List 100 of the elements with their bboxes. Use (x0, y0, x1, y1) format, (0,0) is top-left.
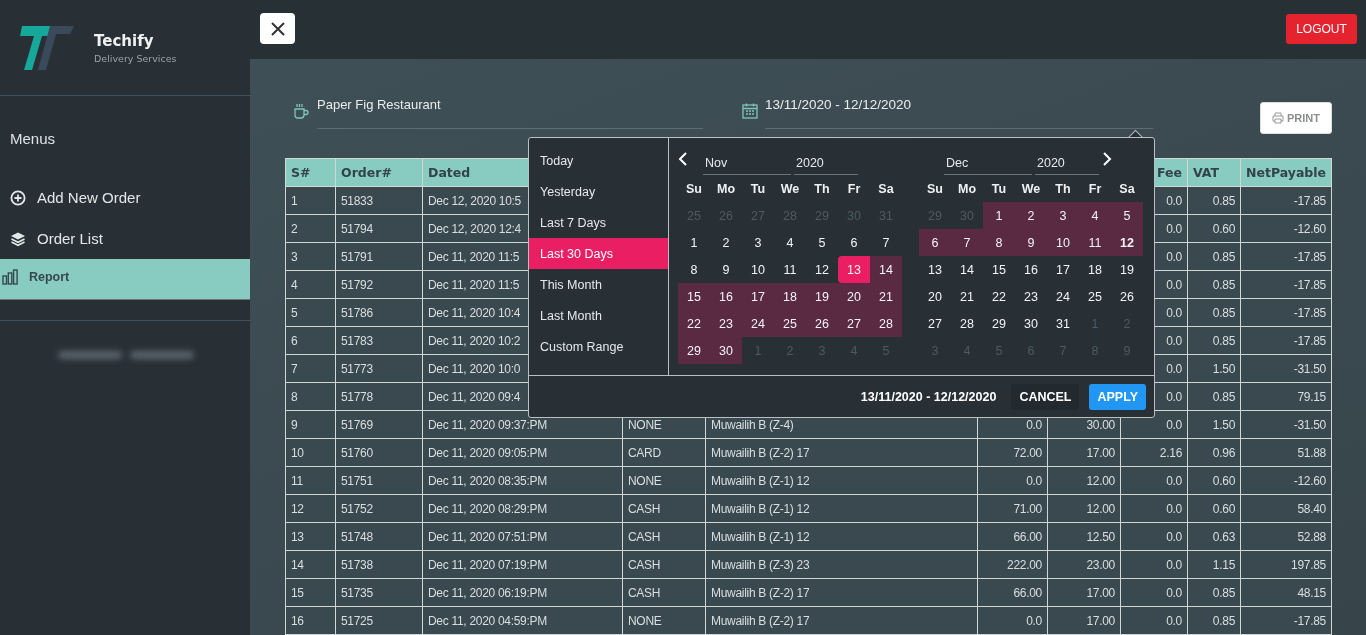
table-cell: 2 (285, 214, 336, 243)
table-cell: 51725 (335, 606, 423, 635)
table-cell: 12.50 (1047, 522, 1121, 551)
calendar-day[interactable]: 29 (983, 310, 1015, 337)
calendar-day[interactable]: 4 (1079, 202, 1111, 229)
calendar-day[interactable]: 2 (710, 229, 742, 256)
calendar-day[interactable]: 2 (1015, 202, 1047, 229)
table-cell: 12.00 (1047, 494, 1121, 523)
calendar-day[interactable]: 17 (1047, 256, 1079, 283)
table-cell: 14 (285, 550, 336, 579)
calendar-day[interactable]: 20 (919, 283, 951, 310)
calendar-day[interactable]: 3 (1047, 202, 1079, 229)
date-range-field[interactable]: 13/11/2020 - 12/12/2020 (765, 92, 1153, 129)
calendar-day[interactable]: 15 (983, 256, 1015, 283)
calendar-day[interactable]: 25 (774, 310, 806, 337)
table-cell: Dec 11, 2020 04:59:PM (422, 606, 623, 635)
table-cell: -31.50 (1240, 410, 1332, 439)
calendar-day[interactable]: 3 (742, 229, 774, 256)
weekday-label: Fr (846, 180, 862, 198)
calendar-day[interactable]: 30 (710, 337, 742, 364)
calendar-day[interactable]: 9 (710, 256, 742, 283)
table-cell: 8 (285, 382, 336, 411)
calendar-day[interactable]: 1 (678, 229, 710, 256)
calendar-day[interactable]: 22 (678, 310, 710, 337)
calendar-day[interactable]: 11 (774, 256, 806, 283)
sidebar-item[interactable]: Order List (0, 218, 250, 259)
weekday-label: We (779, 180, 801, 198)
calendar-day[interactable]: 24 (742, 310, 774, 337)
logout-button[interactable]: LOGOUT (1286, 13, 1357, 44)
calendar-day[interactable]: 29 (678, 337, 710, 364)
column-header: VAT (1187, 158, 1241, 187)
month-select[interactable]: Nov (703, 156, 791, 175)
calendar-day[interactable]: 10 (742, 256, 774, 283)
table-cell: 9 (285, 410, 336, 439)
table-cell: 51751 (335, 466, 423, 495)
month-select[interactable]: Dec (944, 156, 1032, 175)
calendar-day[interactable]: 11 (1079, 229, 1111, 256)
calendar-day[interactable]: 25 (1079, 283, 1111, 310)
calendar-day[interactable]: 23 (710, 310, 742, 337)
calendar-day[interactable]: 14 (951, 256, 983, 283)
calendar-day[interactable]: 13 (838, 256, 870, 283)
calendar-day[interactable]: 22 (983, 283, 1015, 310)
calendar-day[interactable]: 26 (806, 310, 838, 337)
table-cell: 222.00 (977, 550, 1048, 579)
table-cell: CARD (622, 438, 706, 467)
calendar-day[interactable]: 15 (678, 283, 710, 310)
table-cell: Dec 11, 2020 09:05:PM (422, 438, 623, 467)
year-select[interactable]: 2020 (1035, 156, 1099, 175)
calendar-day[interactable]: 9 (1015, 229, 1047, 256)
calendar-day[interactable]: 14 (870, 256, 902, 283)
sidebar-item[interactable]: Report (0, 259, 250, 300)
calendar-day[interactable]: 18 (774, 283, 806, 310)
range-option[interactable]: Last 30 Days (529, 238, 668, 269)
calendar-day[interactable]: 19 (806, 283, 838, 310)
calendar-day[interactable]: 30 (1015, 310, 1047, 337)
restaurant-field[interactable]: Paper Fig Restaurant (317, 92, 703, 129)
calendar-day[interactable]: 10 (1047, 229, 1079, 256)
table-cell: 7 (285, 354, 336, 383)
close-button[interactable] (260, 13, 295, 44)
table-cell: 16 (285, 606, 336, 635)
table-cell: 0.0 (1120, 466, 1188, 495)
calendar-day[interactable]: 23 (1015, 283, 1047, 310)
calendar-day[interactable]: 13 (919, 256, 951, 283)
calendar-day[interactable]: 6 (919, 229, 951, 256)
cancel-button[interactable]: CANCEL (1011, 383, 1080, 410)
calendar-day[interactable]: 31 (1047, 310, 1079, 337)
calendar-day[interactable]: 21 (951, 283, 983, 310)
calendar-day[interactable]: 12 (806, 256, 838, 283)
calendar-day[interactable]: 16 (1015, 256, 1047, 283)
sidebar-item[interactable]: Add New Order (0, 177, 250, 218)
calendar-day[interactable]: 18 (1079, 256, 1111, 283)
calendar-day[interactable]: 12 (1111, 229, 1143, 256)
calendar-day[interactable]: 27 (919, 310, 951, 337)
previous-icon[interactable] (678, 152, 688, 166)
calendar-day[interactable]: 7 (870, 229, 902, 256)
calendar-day[interactable]: 27 (838, 310, 870, 337)
calendar-day[interactable]: 16 (710, 283, 742, 310)
table-cell: CASH (622, 578, 706, 607)
table-cell: 197.85 (1240, 550, 1332, 579)
calendar-day[interactable]: 4 (774, 229, 806, 256)
calendar-day[interactable]: 21 (870, 283, 902, 310)
calendar-day[interactable]: 20 (838, 283, 870, 310)
year-select[interactable]: 2020 (794, 156, 858, 175)
table-cell: 1 (285, 186, 336, 215)
calendar-day[interactable]: 28 (870, 310, 902, 337)
calendar-day[interactable]: 17 (742, 283, 774, 310)
calendar-day[interactable]: 1 (983, 202, 1015, 229)
next-icon[interactable] (1102, 152, 1112, 166)
table-cell: 12 (285, 494, 336, 523)
calendar-day[interactable]: 8 (983, 229, 1015, 256)
calendar-day[interactable]: 8 (678, 256, 710, 283)
weekday-label: Tu (990, 180, 1008, 198)
calendar-day[interactable]: 6 (838, 229, 870, 256)
calendar-day[interactable]: 24 (1047, 283, 1079, 310)
table-cell: 79.15 (1240, 382, 1332, 411)
calendar-day[interactable]: 5 (1111, 202, 1143, 229)
calendar-day[interactable]: 28 (951, 310, 983, 337)
table-cell: Dec 11, 2020 08:35:PM (422, 466, 623, 495)
calendar-day[interactable]: 5 (806, 229, 838, 256)
calendar-day[interactable]: 7 (951, 229, 983, 256)
